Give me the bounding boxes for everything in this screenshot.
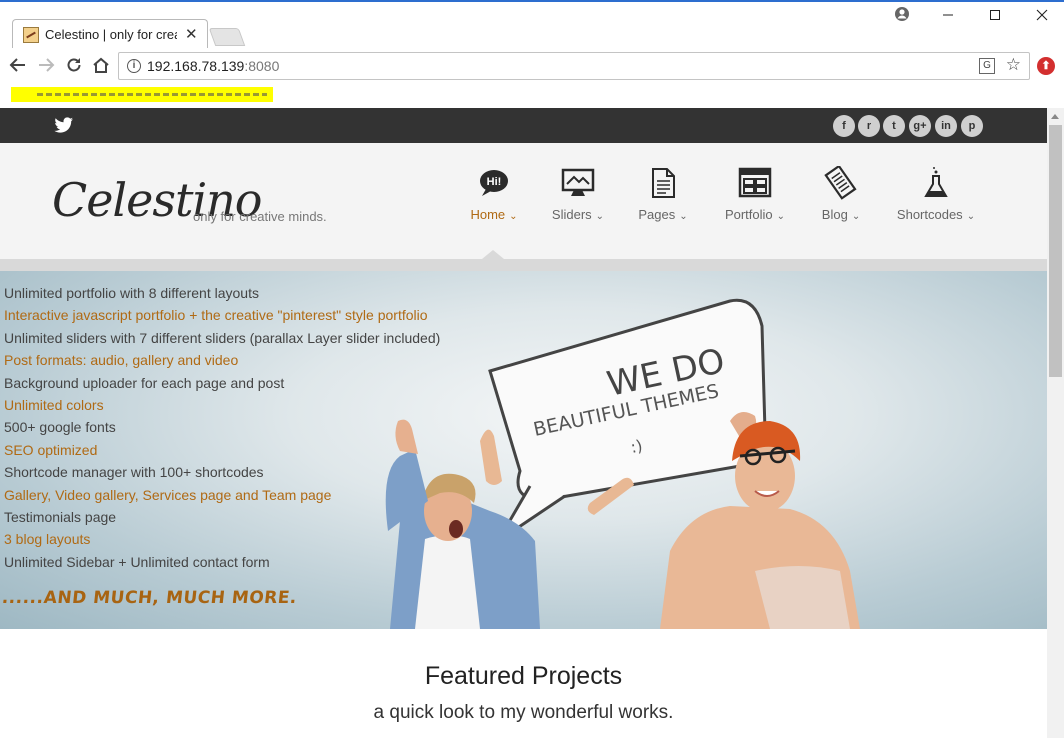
nav-label: Shortcodes ⌄ bbox=[896, 207, 976, 222]
featured-projects-section: Featured Projects a quick look to my won… bbox=[0, 629, 1047, 738]
featured-heading: Featured Projects bbox=[424, 662, 623, 690]
web-page: f r t g+ in p Celestino only for creative min… bbox=[0, 108, 1047, 738]
nav-label: Portfolio ⌄ bbox=[715, 207, 795, 222]
google-plus-icon[interactable]: g+ bbox=[909, 115, 931, 137]
nav-label: Blog ⌄ bbox=[801, 207, 881, 222]
chevron-down-icon: ⌄ bbox=[776, 211, 786, 222]
top-social-bar: f r t g+ in p bbox=[0, 108, 1047, 143]
rss-icon[interactable]: r bbox=[858, 115, 880, 137]
browser-tab[interactable]: Celestino | only for crea ✕ bbox=[12, 19, 208, 50]
extension-icon[interactable]: ⬆ bbox=[1037, 57, 1055, 75]
translate-icon[interactable]: G bbox=[979, 58, 995, 74]
nav-item-portfolio[interactable]: Portfolio ⌄ bbox=[715, 166, 795, 222]
profile-icon[interactable] bbox=[894, 6, 910, 25]
hero-slider: Unlimited portfolio with 8 different lay… bbox=[0, 271, 1047, 629]
active-nav-pointer bbox=[482, 250, 504, 259]
linkedin-icon[interactable]: in bbox=[935, 115, 957, 137]
tab-title: Celestino | only for crea bbox=[45, 27, 177, 42]
chevron-down-icon: ⌄ bbox=[595, 211, 605, 222]
svg-text:Hi!: Hi! bbox=[487, 176, 502, 188]
browser-toolbar: i 192.168.78.139:8080 G ☆ ⬆ bbox=[0, 48, 1064, 84]
favicon-icon bbox=[23, 27, 39, 43]
twitter-icon[interactable]: t bbox=[883, 115, 905, 137]
address-bar[interactable]: i 192.168.78.139:8080 G ☆ bbox=[118, 52, 1030, 80]
highlighted-bookmark-bar bbox=[11, 87, 273, 102]
url-host: 192.168.78.139 bbox=[147, 58, 245, 74]
nav-label-text: Sliders bbox=[551, 207, 592, 222]
tab-close-icon[interactable]: ✕ bbox=[185, 25, 198, 43]
url-text: 192.168.78.139:8080 bbox=[147, 58, 279, 74]
site-header: Celestino only for creative minds. Hi! H… bbox=[0, 143, 1047, 271]
site-tagline: only for creative minds. bbox=[193, 209, 327, 224]
scrollbar-thumb[interactable] bbox=[1049, 125, 1062, 377]
monitor-icon bbox=[561, 166, 595, 200]
pinterest-icon[interactable]: p bbox=[961, 115, 983, 137]
hero-illustration: WE DO BEAUTIFUL THEMES :) bbox=[385, 298, 860, 629]
nav-label: Pages ⌄ bbox=[623, 207, 703, 222]
nav-label-text: Home bbox=[470, 207, 506, 222]
and-much-more-text: ......AND MUCH, MUCH MORE. bbox=[0, 588, 298, 608]
chevron-down-icon: ⌄ bbox=[851, 211, 861, 222]
notepad-icon bbox=[824, 164, 858, 200]
nav-item-home[interactable]: Hi! Home ⌄ bbox=[454, 166, 534, 222]
new-tab-button[interactable] bbox=[208, 28, 246, 46]
page-icon bbox=[646, 166, 680, 200]
nav-item-blog[interactable]: Blog ⌄ bbox=[801, 164, 881, 222]
maximize-button[interactable] bbox=[989, 8, 1001, 24]
bookmarks-bar bbox=[0, 84, 1064, 108]
twitter-bird-icon[interactable] bbox=[54, 117, 74, 133]
nav-label-text: Blog bbox=[821, 207, 848, 222]
reload-icon[interactable] bbox=[65, 56, 83, 78]
back-arrow-icon[interactable] bbox=[9, 56, 27, 78]
nav-label: Home ⌄ bbox=[454, 207, 534, 222]
hi-speech-icon: Hi! bbox=[477, 166, 511, 200]
nav-label-text: Shortcodes bbox=[896, 207, 963, 222]
url-port: :8080 bbox=[244, 58, 280, 74]
chevron-down-icon: ⌄ bbox=[679, 211, 688, 222]
forward-arrow-icon[interactable] bbox=[37, 56, 55, 78]
chevron-down-icon: ⌄ bbox=[509, 211, 518, 222]
bookmark-star-icon[interactable]: ☆ bbox=[1006, 55, 1021, 75]
home-icon[interactable] bbox=[92, 56, 110, 78]
browser-chrome: Celestino | only for crea ✕ i 192.168.78… bbox=[0, 0, 1064, 108]
nav-item-pages[interactable]: Pages ⌄ bbox=[623, 166, 703, 222]
featured-subheading: a quick look to my wonderful works. bbox=[373, 702, 674, 723]
close-window-button[interactable] bbox=[1036, 8, 1048, 24]
nav-label-text: Pages bbox=[638, 207, 676, 222]
flask-icon bbox=[919, 166, 953, 200]
page-scrollbar[interactable] bbox=[1047, 108, 1064, 738]
nav-item-shortcodes[interactable]: Shortcodes ⌄ bbox=[896, 166, 976, 222]
scroll-up-arrow-icon[interactable] bbox=[1051, 114, 1059, 119]
nav-item-sliders[interactable]: Sliders ⌄ bbox=[538, 166, 618, 222]
nav-label-text: Portfolio bbox=[724, 207, 773, 222]
layout-icon bbox=[738, 166, 772, 200]
tab-strip: Celestino | only for crea ✕ bbox=[0, 2, 1064, 50]
minimize-button[interactable] bbox=[942, 8, 954, 24]
facebook-icon[interactable]: f bbox=[833, 115, 855, 137]
nav-label: Sliders ⌄ bbox=[538, 207, 618, 222]
site-info-icon[interactable]: i bbox=[127, 59, 141, 73]
header-stripe bbox=[0, 259, 1047, 271]
chevron-down-icon: ⌄ bbox=[966, 211, 976, 222]
